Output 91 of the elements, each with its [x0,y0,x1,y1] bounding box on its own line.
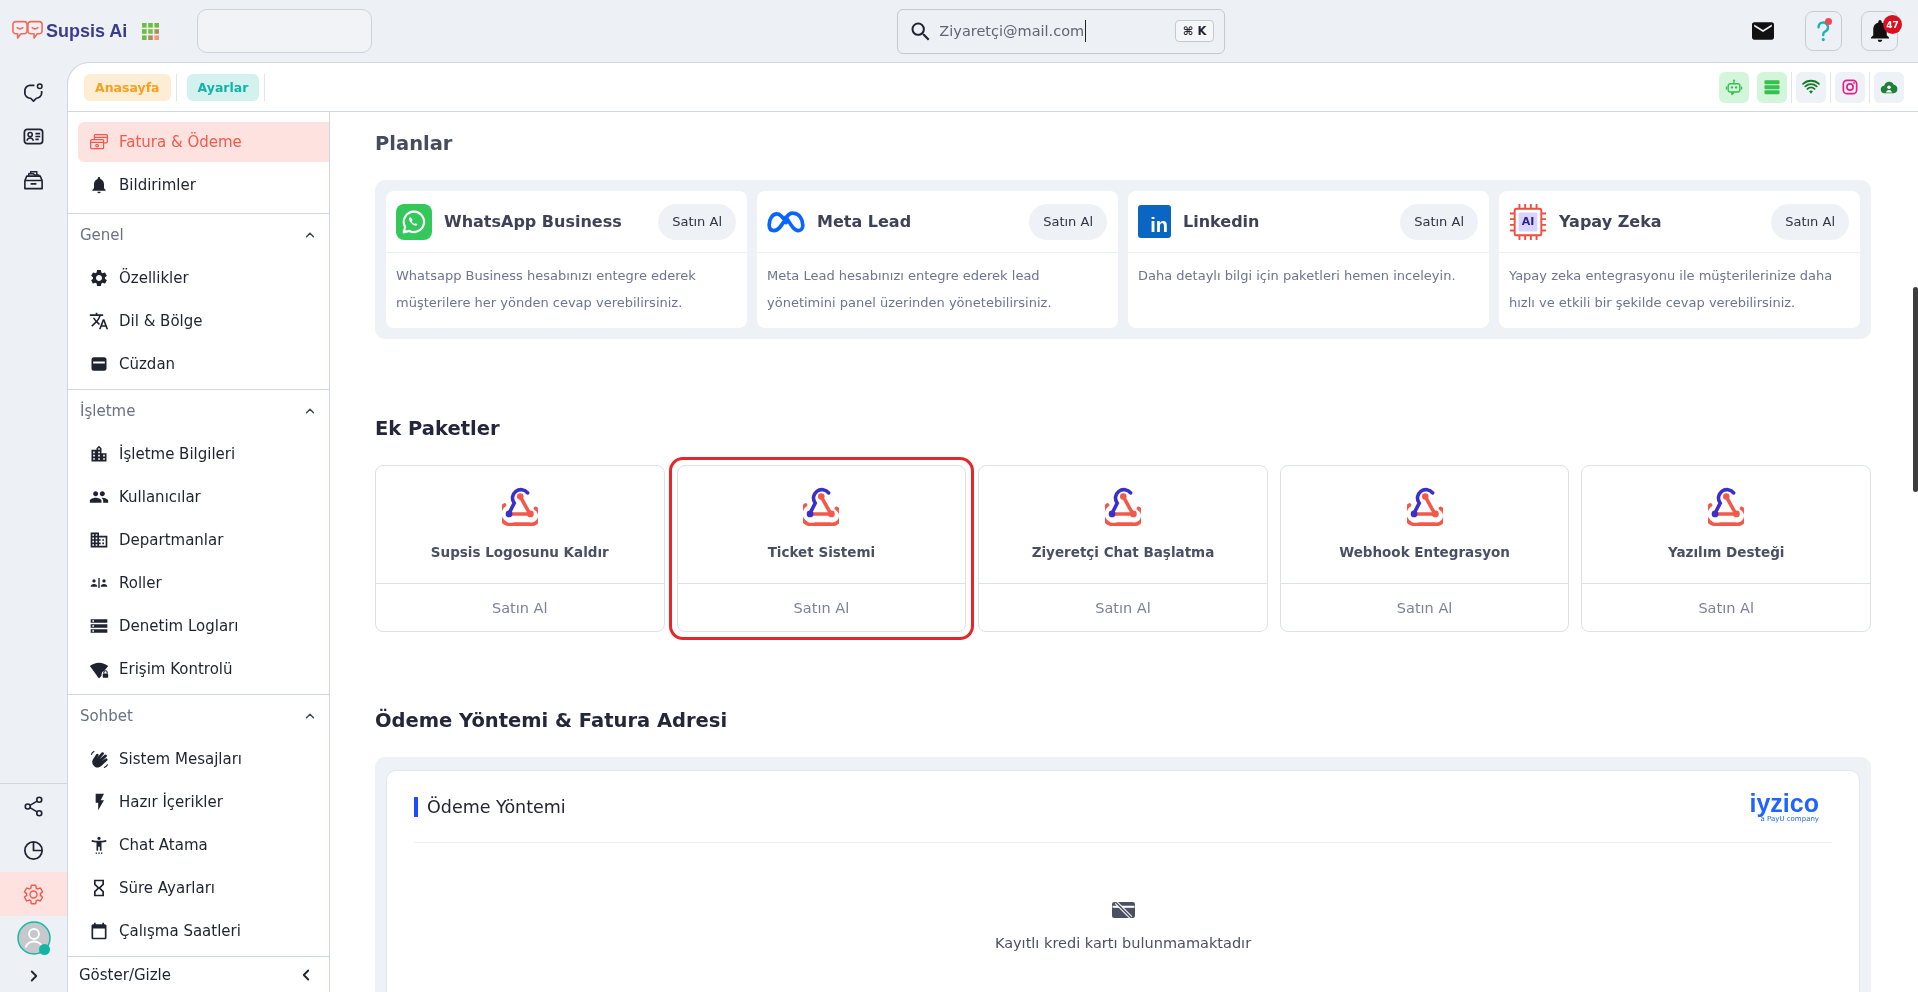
search-icon [911,21,931,41]
menu-item[interactable]: Departmanlar [78,518,329,561]
collapse-menu-button[interactable]: Göster/Gizle [68,956,329,992]
chip-logo: AI [1509,202,1547,241]
buy-button[interactable]: Satın Al [1582,583,1870,631]
translate-icon [89,310,109,331]
notification-badge: 47 [1883,15,1902,34]
avatar-icon[interactable] [16,921,51,955]
stacked-rows-icon [1762,77,1782,97]
settings-icon [22,882,45,906]
speech-bubble-icon [22,80,45,104]
buy-button[interactable]: Satın Al [979,583,1267,631]
channel-button[interactable] [1757,71,1787,103]
package-title: Ziyeretçi Chat Başlatma [1031,543,1215,561]
robot-icon [1724,77,1744,97]
channel-button[interactable] [1874,71,1904,103]
section-toggle[interactable]: İşletme [68,390,329,432]
menu-item[interactable]: Roller [78,561,329,604]
linked-nodes-icon [1406,487,1443,526]
pie-chart-icon [22,838,45,862]
help-button[interactable] [1805,11,1842,51]
menu-item[interactable]: Bildirimler [78,165,329,205]
logo-tile: in [1138,205,1171,238]
plan-description: Meta Lead hesabınızı entegre ederek lead yönetimini panel üzerinden yönetebilirsiniz. [766,267,1053,312]
channel-button[interactable] [1835,71,1865,103]
provider-logo-text: iyzico [1749,790,1819,815]
standing-person-icon [89,834,109,855]
scrollbar-thumb[interactable] [1913,287,1918,492]
camera-outline-icon [1840,77,1860,97]
buy-button[interactable]: Satın Al [677,583,966,631]
plan-title: Meta Lead [817,212,913,231]
text-cursor [1085,20,1087,42]
linked-nodes-icon [1708,487,1745,526]
plan-title: Yapay Zeka [1559,212,1663,231]
package-title: Webhook Entegrasyon [1339,543,1510,561]
buy-button[interactable]: Satın Al [376,583,664,631]
bell-icon [89,175,109,195]
plan-description: Whatsapp Business hesabınızı entegre ederek müşterilere her yönden cevap verebilirsiniz. [395,267,697,312]
menu-item[interactable]: Kullanıcılar [78,475,329,518]
buy-button[interactable]: Satın Al [658,203,736,240]
search-field[interactable]: Ziyaretçi@mail.com ⌘ K [897,8,1226,54]
linked-nodes-icon [1105,487,1141,526]
buy-button[interactable]: Satın Al [1029,203,1107,240]
channel-button[interactable] [1796,71,1826,103]
question-mark-icon [1817,20,1830,42]
phone-bubble-logo-icon [396,203,432,240]
package-title: Supsis Logosunu Kaldır [430,543,609,561]
menu-item[interactable]: Özellikler [78,256,329,299]
share-icon [22,794,45,818]
linked-nodes-icon [803,487,840,526]
buy-button[interactable]: Satın Al [1771,203,1849,240]
calendar-icon [89,920,109,941]
settings-icon [89,267,109,288]
section-heading: Ödeme Yöntemi & Fatura Adresi [375,709,729,733]
menu-item[interactable]: İşletme Bilgileri [78,432,329,475]
empty-field[interactable] [197,9,373,53]
menu-item[interactable]: Çalışma Saatleri [78,909,329,952]
section-heading: Planlar [375,132,454,156]
buy-button[interactable]: Satın Al [1280,583,1569,631]
stacked-cards-icon [89,132,109,152]
card-crossed-icon [1111,901,1135,919]
brand-name: Supsis Ai [46,20,128,42]
infinity-logo-icon [767,210,805,233]
linked-nodes-icon [501,487,538,526]
menu-item[interactable]: Süre Ayarları [78,866,329,909]
package-title: Ticket Sistemi [767,543,876,561]
menu-item[interactable]: Denetim Logları [78,604,329,647]
section-heading: Ek Paketler [375,417,501,441]
app-grid-icon[interactable] [142,22,160,40]
menu-item[interactable]: Sistem Mesajları [78,737,329,780]
menu-item[interactable]: Chat Atama [78,823,329,866]
empty-message: Kayıtlı kredi kartı bulunmamaktadır [994,935,1252,951]
waving-hand-icon [89,748,109,769]
section-toggle[interactable]: Genel [68,214,329,256]
mail-icon[interactable] [1752,22,1774,40]
shortcut-key: ⌘ K [1174,20,1215,42]
plan-description: Yapay zeka entegrasyonu ile müşterilerinize daha hızlı ve etkili bir şekilde cevap verebilirsiniz. [1508,267,1834,312]
menu-item[interactable]: Hazır İçerikler [78,780,329,823]
plan-title: Linkedin [1183,212,1261,231]
drawer-with-papers-icon [22,168,45,192]
package-title: Yazılım Desteği [1667,543,1785,561]
section-toggle[interactable]: Sohbet [68,695,329,737]
menu-item[interactable]: Erişim Kontrolü [78,647,329,690]
channel-button[interactable] [1719,71,1749,103]
plan-title: WhatsApp Business [444,212,623,231]
menu-item[interactable]: Cüzdan [78,342,329,385]
buy-button[interactable]: Satın Al [1400,203,1478,240]
menu-item[interactable]: Dil & Bölge [78,299,329,342]
city-buildings-icon [89,443,109,464]
plan-description: Daha detaylı bilgi için paketleri hemen inceleyin. [1137,267,1457,285]
card-title: Ödeme Yöntemi [414,796,566,817]
